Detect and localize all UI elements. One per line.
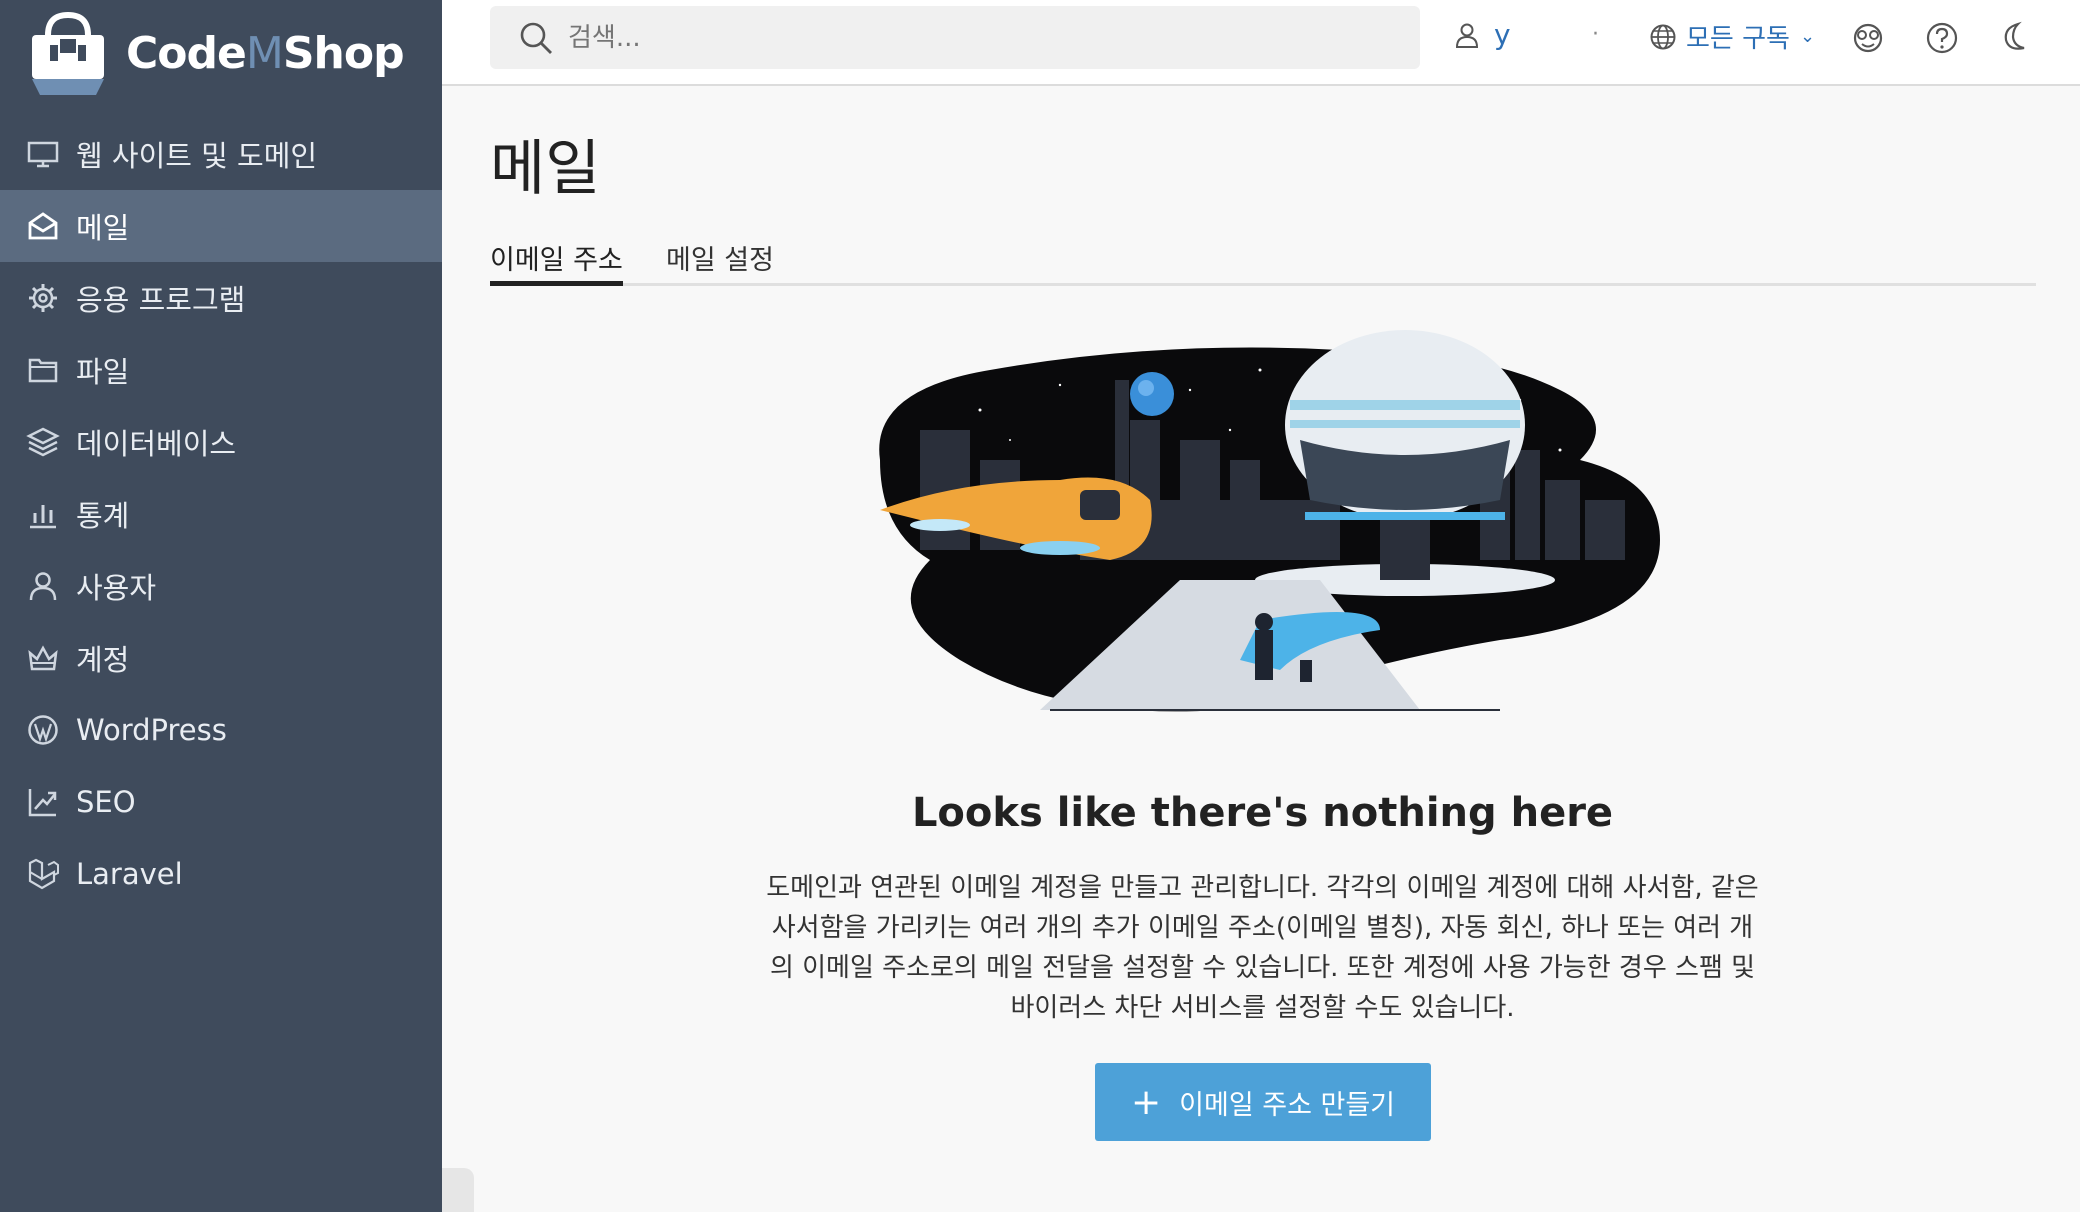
top-bar: y · 모든 구독 ⌄: [442, 0, 2080, 86]
crown-icon: [26, 641, 60, 675]
search-box[interactable]: [490, 6, 1420, 69]
globe-icon: [1650, 24, 1676, 49]
sidebar-item-label: 데이터베이스: [76, 427, 237, 461]
shop-bag-icon: [32, 11, 104, 95]
sidebar-item-mail[interactable]: 메일: [0, 190, 442, 262]
user-icon: [1455, 23, 1479, 48]
plus-icon: +: [1130, 1081, 1162, 1123]
folder-icon: [26, 353, 60, 387]
sidebar-item-label: 계정: [76, 643, 130, 677]
sidebar-item-label: 사용자: [76, 571, 157, 605]
bar-chart-icon: [26, 497, 60, 531]
tab-email-addresses[interactable]: 이메일 주소: [490, 238, 623, 286]
mail-icon: [26, 209, 60, 243]
sidebar-item-files[interactable]: 파일: [0, 334, 442, 406]
sidebar-item-laravel[interactable]: Laravel: [0, 838, 442, 910]
sidebar-item-label: 파일: [76, 355, 130, 389]
create-button-label: 이메일 주소 만들기: [1179, 1089, 1396, 1121]
sidebar: CodeMShop 웹 사이트 및 도메인 메일 응용 프로그램 파일 데이터베…: [0, 0, 442, 1212]
sidebar-item-databases[interactable]: 데이터베이스: [0, 406, 442, 478]
search-icon: [520, 22, 552, 54]
gear-icon: [26, 281, 60, 315]
tab-bar: 이메일 주소 메일 설정: [490, 234, 2036, 286]
laravel-icon: [26, 857, 60, 891]
panel-handle[interactable]: [442, 1168, 474, 1212]
search-input[interactable]: [568, 22, 1368, 53]
shield-icon[interactable]: [1850, 20, 1886, 56]
sidebar-item-users[interactable]: 사용자: [0, 550, 442, 622]
sidebar-item-account[interactable]: 계정: [0, 622, 442, 694]
empty-state-illustration: [879, 330, 1660, 712]
sidebar-item-label: 응용 프로그램: [76, 283, 246, 317]
page-title: 메일: [490, 134, 601, 204]
brand-name: CodeMShop: [126, 27, 405, 79]
sidebar-item-label: 통계: [76, 499, 130, 533]
sidebar-item-label: Laravel: [76, 857, 183, 891]
separator: ·: [1592, 22, 1599, 47]
sidebar-item-label: 메일: [76, 211, 130, 245]
create-email-address-button[interactable]: + 이메일 주소 만들기: [1095, 1063, 1431, 1141]
subscription-label: 모든 구독: [1686, 24, 1790, 54]
brand-logo[interactable]: CodeMShop: [26, 8, 405, 98]
wordpress-icon: [26, 713, 60, 747]
sidebar-item-label: 웹 사이트 및 도메인: [76, 139, 318, 173]
empty-state-title: Looks like there's nothing here: [911, 790, 1614, 836]
user-name: y: [1494, 18, 1511, 51]
user-icon: [26, 569, 60, 603]
subscription-selector[interactable]: 모든 구독 ⌄: [1648, 18, 1815, 55]
monitor-icon: [26, 137, 60, 171]
sidebar-item-wordpress[interactable]: WordPress: [0, 694, 442, 766]
help-icon[interactable]: [1924, 20, 1960, 56]
chevron-down-icon: ⌄: [1799, 26, 1816, 47]
empty-state-description: 도메인과 연관된 이메일 계정을 만들고 관리합니다. 각각의 이메일 계정에 …: [766, 873, 1759, 1023]
layers-icon: [26, 425, 60, 459]
sidebar-item-websites[interactable]: 웹 사이트 및 도메인: [0, 118, 442, 190]
sidebar-item-statistics[interactable]: 통계: [0, 478, 442, 550]
moon-icon[interactable]: [1996, 20, 2032, 56]
sidebar-item-applications[interactable]: 응용 프로그램: [0, 262, 442, 334]
tab-mail-settings[interactable]: 메일 설정: [666, 238, 774, 286]
sidebar-item-label: WordPress: [76, 713, 227, 747]
user-menu[interactable]: y: [1452, 18, 1511, 51]
